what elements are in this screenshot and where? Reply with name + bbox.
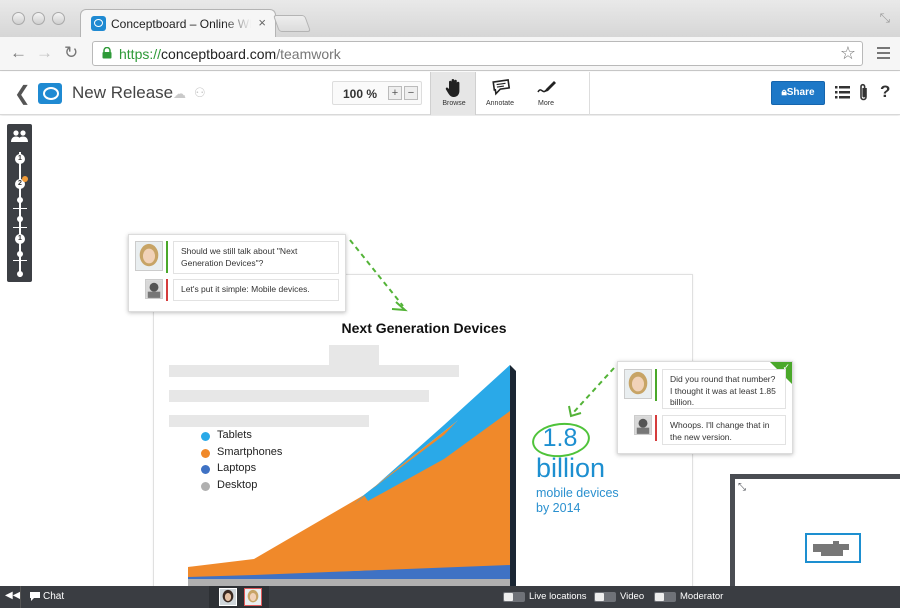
comment-thread[interactable]: Should we still talk about "Next Generat…: [128, 234, 346, 312]
attachment-icon[interactable]: [859, 83, 869, 103]
tool-annotate[interactable]: Annotate: [477, 72, 523, 115]
tool-browse-label: Browse: [442, 100, 466, 107]
status-bar: [655, 415, 657, 441]
help-icon[interactable]: ?: [880, 82, 890, 102]
zoom-level[interactable]: 100 %: [343, 87, 377, 101]
participant-avatar[interactable]: [244, 588, 262, 606]
minimap-viewport[interactable]: [805, 533, 861, 563]
comment-row: Whoops. I'll change that in the new vers…: [624, 415, 788, 447]
collaborators-icon: ⚇: [194, 85, 206, 100]
lock-icon: [102, 47, 112, 59]
comment-text: Did you round that number? I thought it …: [662, 369, 786, 409]
connector-arrowhead: [391, 301, 408, 312]
zoom-in-button[interactable]: +: [388, 86, 402, 100]
hand-icon: [445, 79, 460, 97]
share-button[interactable]: 🔒︎Share: [771, 81, 825, 105]
reload-icon[interactable]: ↻: [64, 43, 78, 63]
collapse-sidebar-icon[interactable]: ◀◀: [5, 590, 20, 601]
video-label: Video: [620, 591, 645, 602]
participants-list: [209, 586, 269, 608]
comment-text: Let's put it simple: Mobile devices.: [173, 279, 339, 301]
window-zoom-button[interactable]: [52, 12, 65, 25]
share-label: Share: [786, 87, 815, 98]
comment-text: Should we still talk about "Next Generat…: [173, 241, 339, 274]
participant-avatar[interactable]: [219, 588, 237, 606]
url-path: /teamwork: [276, 46, 341, 62]
minimap[interactable]: ⤡: [730, 474, 900, 586]
app-toolbar: ❮ New Release ☁ ⚇ 100 % + − Browse Annot…: [0, 72, 900, 115]
conceptboard-logo-icon[interactable]: [38, 83, 62, 104]
user-avatar: [135, 241, 163, 271]
status-bar: [166, 241, 168, 273]
tab-close-icon[interactable]: ×: [258, 15, 266, 30]
annotate-icon: [492, 79, 511, 96]
bottom-bar: ◀◀ Chat Live locations Video Moderator: [0, 586, 900, 608]
user-avatar: [634, 415, 652, 435]
chat-button[interactable]: Chat: [43, 591, 64, 602]
favicon-icon: [91, 16, 106, 31]
pencil-icon: [537, 81, 556, 93]
tool-more-label: More: [538, 100, 554, 107]
chat-icon[interactable]: [29, 591, 41, 602]
back-arrow-icon[interactable]: ←: [10, 43, 27, 63]
address-bar[interactable]: https://conceptboard.com/teamwork ☆: [92, 41, 863, 66]
bookmark-star-icon[interactable]: ☆: [840, 43, 856, 64]
user-avatar: [145, 279, 163, 299]
comment-text: Whoops. I'll change that in the new vers…: [662, 415, 786, 445]
live-locations-label: Live locations: [529, 591, 587, 602]
browser-nav-bar: ← → ↻ https://conceptboard.com/teamwork …: [0, 37, 900, 71]
window-close-button[interactable]: [12, 12, 25, 25]
live-locations-toggle[interactable]: [503, 592, 525, 602]
zoom-out-button[interactable]: −: [404, 86, 418, 100]
zoom-control: 100 % + −: [332, 81, 422, 105]
status-bar: [655, 369, 657, 401]
new-tab-button[interactable]: [272, 15, 312, 32]
forward-arrow-icon[interactable]: →: [36, 43, 53, 63]
connector-line: [349, 239, 404, 307]
toolbar-divider: [570, 72, 590, 115]
tab-title: Conceptboard – Online Wh: [111, 17, 251, 31]
list-icon[interactable]: [835, 85, 850, 99]
connector-line: [572, 367, 615, 414]
video-toggle[interactable]: [594, 592, 616, 602]
status-bar: [166, 279, 168, 301]
back-chevron-icon[interactable]: ❮: [14, 81, 31, 106]
comment-row: Did you round that number? I thought it …: [624, 369, 788, 411]
fullscreen-icon[interactable]: ⤡: [880, 10, 890, 26]
browser-tab-bar: Conceptboard – Online Wh × ⤡: [0, 0, 900, 37]
minimap-collapse-icon[interactable]: ⤡: [738, 482, 746, 493]
tool-annotate-label: Annotate: [485, 100, 515, 107]
url-text: https://conceptboard.com/teamwork: [119, 46, 341, 62]
comment-row: Should we still talk about "Next Generat…: [135, 241, 341, 277]
tool-more[interactable]: More: [523, 72, 569, 115]
browser-tab[interactable]: Conceptboard – Online Wh ×: [80, 9, 276, 37]
comment-thread-resolved[interactable]: ✓ Did you round that number? I thought i…: [617, 361, 793, 454]
browser-menu-icon[interactable]: [877, 47, 890, 59]
moderator-toggle[interactable]: [654, 592, 676, 602]
tool-browse[interactable]: Browse: [430, 72, 476, 115]
url-scheme: https://: [119, 46, 162, 62]
window-minimize-button[interactable]: [32, 12, 45, 25]
board-canvas[interactable]: 1 2 1 Next Generation Devices Tablets Sm…: [0, 116, 900, 586]
divider: [20, 586, 21, 608]
comment-row: Let's put it simple: Mobile devices.: [135, 279, 341, 305]
user-avatar: [624, 369, 652, 399]
moderator-label: Moderator: [680, 591, 724, 602]
url-host: conceptboard.com: [161, 46, 277, 62]
board-title[interactable]: New Release: [72, 83, 173, 103]
cloud-icon: ☁: [173, 86, 186, 101]
